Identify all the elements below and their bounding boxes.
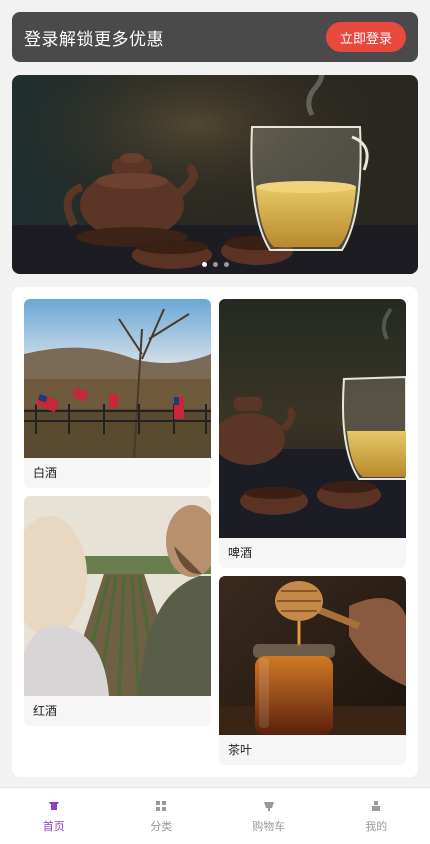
category-card-baijiu[interactable]: 白酒 <box>24 299 211 488</box>
login-button[interactable]: 立即登录 <box>325 22 406 52</box>
tea-set-image <box>12 75 418 274</box>
category-card-beer[interactable]: 啤酒 <box>219 299 406 568</box>
home-icon <box>48 801 59 810</box>
tab-home[interactable]: 首页 <box>0 788 108 844</box>
category-label: 啤酒 <box>228 546 253 560</box>
tea-set-image <box>219 299 406 538</box>
grid-icon <box>156 800 167 811</box>
carousel-dot[interactable] <box>223 262 229 267</box>
category-card-tea[interactable]: 茶叶 <box>219 576 406 765</box>
category-label: 茶叶 <box>228 743 253 757</box>
tab-profile[interactable]: 我的 <box>323 788 430 844</box>
category-panel: 白酒 啤酒 红酒 茶叶 <box>12 287 418 777</box>
carousel-indicator <box>12 262 418 267</box>
vineyard-couple-image <box>24 496 211 696</box>
tab-cart[interactable]: 购物车 <box>215 788 323 844</box>
category-label: 白酒 <box>33 466 58 480</box>
tab-label: 首页 <box>42 819 65 833</box>
farm-flags-image <box>24 299 211 458</box>
login-prompt-text: 登录解锁更多优惠 <box>24 29 164 50</box>
user-icon <box>372 800 381 811</box>
bottom-tab-bar: 首页 分类 购物车 我的 <box>0 787 430 844</box>
tab-label: 我的 <box>365 819 388 833</box>
carousel-dot[interactable] <box>201 262 207 267</box>
honey-jar-image <box>219 576 406 735</box>
category-label: 红酒 <box>33 704 58 718</box>
tab-label: 购物车 <box>252 819 286 833</box>
tab-label: 分类 <box>150 819 173 833</box>
category-card-wine[interactable]: 红酒 <box>24 496 211 726</box>
login-banner: 登录解锁更多优惠 立即登录 <box>12 12 418 62</box>
cart-icon <box>263 801 274 811</box>
banner-carousel[interactable] <box>12 75 418 274</box>
carousel-dot[interactable] <box>212 262 218 267</box>
tab-category[interactable]: 分类 <box>108 788 216 844</box>
